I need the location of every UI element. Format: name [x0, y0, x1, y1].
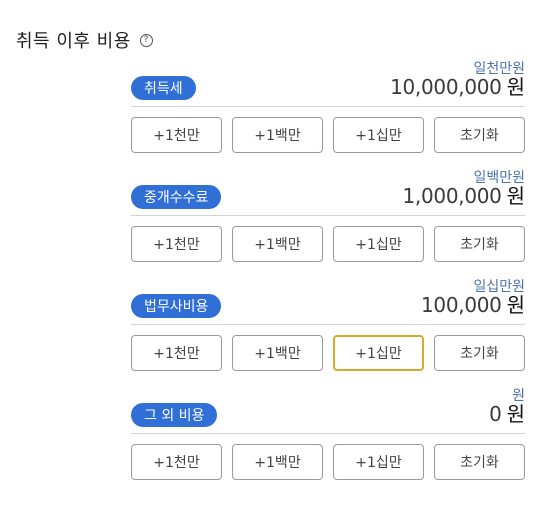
amount-unit: 원 — [506, 75, 525, 99]
amount-unit: 원 — [506, 184, 525, 208]
amount-unit: 원 — [506, 402, 525, 426]
add-1-million-button[interactable]: +1백만 — [232, 226, 323, 262]
cost-label-badge: 취득세 — [131, 76, 196, 100]
add-10-million-button[interactable]: +1천만 — [131, 226, 222, 262]
add-100-thousand-button[interactable]: +1십만 — [333, 444, 424, 480]
reset-button[interactable]: 초기화 — [434, 335, 525, 371]
amount-display: 0 원 — [489, 398, 525, 428]
help-icon[interactable]: ? — [139, 33, 153, 47]
section-title: 취득 이후 비용 — [16, 31, 131, 52]
cost-label-badge: 그 외 비용 — [131, 403, 218, 427]
amount-value: 1,000,000 — [402, 184, 502, 208]
cost-label-badge: 법무사비용 — [131, 294, 222, 318]
amount-value: 10,000,000 — [390, 75, 502, 99]
section-header: 취득 이후 비용 ? — [16, 26, 153, 54]
add-100-thousand-button[interactable]: +1십만 — [333, 335, 424, 371]
add-1-million-button[interactable]: +1백만 — [232, 444, 323, 480]
amount-button-row: +1천만 +1백만 +1십만 초기화 — [131, 226, 525, 262]
amount-display: 1,000,000 원 — [403, 180, 526, 210]
divider — [131, 215, 525, 216]
add-1-million-button[interactable]: +1백만 — [232, 117, 323, 153]
amount-value: 100,000 — [420, 293, 502, 317]
divider — [131, 324, 525, 325]
amount-display: 10,000,000 원 — [390, 71, 525, 101]
cost-item-other-costs: 원 그 외 비용 0 원 +1천만 +1백만 +1십만 초기화 — [131, 385, 525, 495]
add-100-thousand-button[interactable]: +1십만 — [333, 226, 424, 262]
amount-button-row: +1천만 +1백만 +1십만 초기화 — [131, 117, 525, 153]
amount-button-row: +1천만 +1백만 +1십만 초기화 — [131, 335, 525, 371]
cost-label-badge: 중개수수료 — [131, 185, 222, 209]
reset-button[interactable]: 초기화 — [434, 117, 525, 153]
add-100-thousand-button[interactable]: +1십만 — [333, 117, 424, 153]
add-1-million-button[interactable]: +1백만 — [232, 335, 323, 371]
reset-button[interactable]: 초기화 — [434, 444, 525, 480]
cost-item-legal-fee: 일십만원 법무사비용 100,000 원 +1천만 +1백만 +1십만 초기화 — [131, 276, 525, 386]
divider — [131, 433, 525, 434]
cost-item-brokerage-fee: 일백만원 중개수수료 1,000,000 원 +1천만 +1백만 +1십만 초기… — [131, 167, 525, 277]
add-10-million-button[interactable]: +1천만 — [131, 117, 222, 153]
divider — [131, 106, 525, 107]
amount-unit: 원 — [506, 293, 525, 317]
reset-button[interactable]: 초기화 — [434, 226, 525, 262]
amount-button-row: +1천만 +1백만 +1십만 초기화 — [131, 444, 525, 480]
amount-value: 0 — [489, 402, 502, 426]
add-10-million-button[interactable]: +1천만 — [131, 335, 222, 371]
add-10-million-button[interactable]: +1천만 — [131, 444, 222, 480]
cost-item-acquisition-tax: 일천만원 취득세 10,000,000 원 +1천만 +1백만 +1십만 초기화 — [131, 58, 525, 168]
amount-display: 100,000 원 — [421, 289, 525, 319]
